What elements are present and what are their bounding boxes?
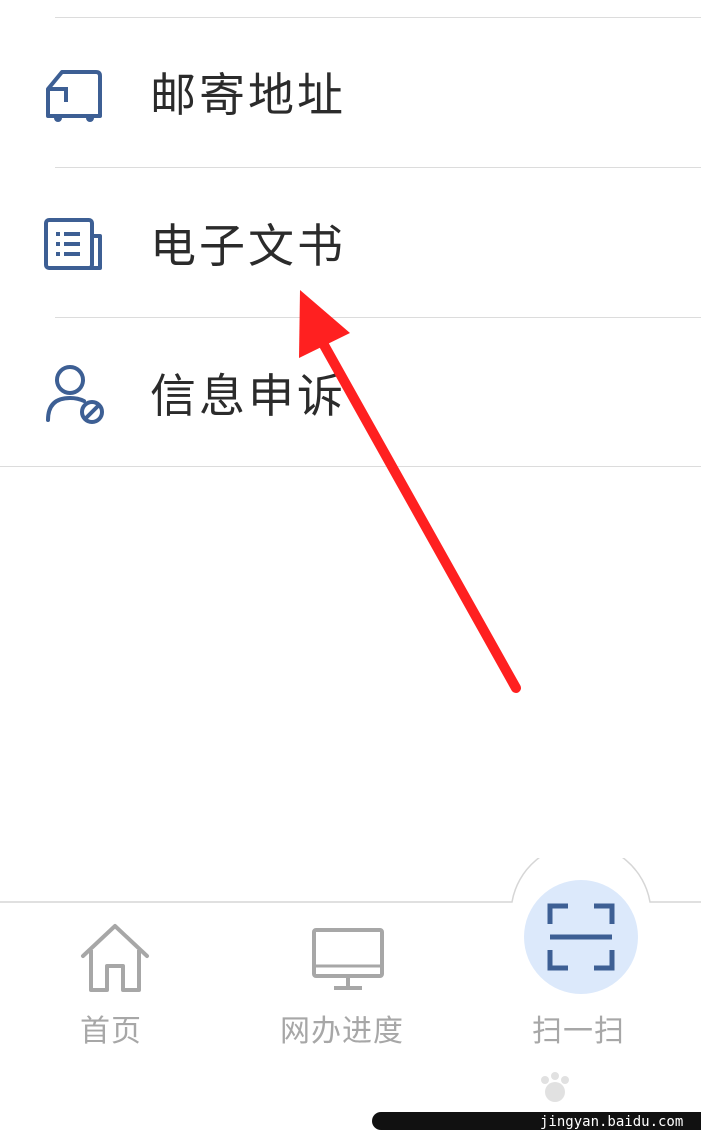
monitor-icon — [312, 928, 384, 990]
menu-item-label-info-appeal: 信息申诉 — [150, 369, 346, 423]
tab-progress-label: 网办进度 — [280, 1014, 404, 1049]
menu-item-info-appeal[interactable]: 信息申诉 — [0, 320, 701, 468]
tab-home-label: 首页 — [80, 1014, 142, 1049]
home-icon — [81, 924, 149, 992]
menu-divider — [55, 317, 701, 318]
menu-item-mailing-address[interactable]: 邮寄地址 — [0, 20, 701, 168]
watermark-url: jingyan.baidu.com — [540, 1114, 684, 1130]
tab-scan[interactable]: 扫一扫 — [510, 876, 660, 1056]
tab-scan-label: 扫一扫 — [532, 1014, 625, 1049]
menu-item-label-mailing-address: 邮寄地址 — [150, 68, 346, 122]
menu-divider — [55, 167, 701, 168]
document-icon — [44, 218, 102, 270]
menu-item-electronic-documents[interactable]: 电子文书 — [0, 170, 701, 318]
delivery-truck-icon — [46, 70, 102, 122]
tab-progress[interactable]: 网办进度 — [270, 916, 430, 1056]
tab-home[interactable]: 首页 — [50, 916, 180, 1056]
menu-item-label-electronic-documents: 电子文书 — [150, 219, 346, 273]
scan-icon — [547, 903, 615, 971]
menu-divider-bottom — [0, 466, 701, 467]
menu-divider-top — [55, 17, 701, 18]
user-blocked-icon — [46, 365, 104, 424]
